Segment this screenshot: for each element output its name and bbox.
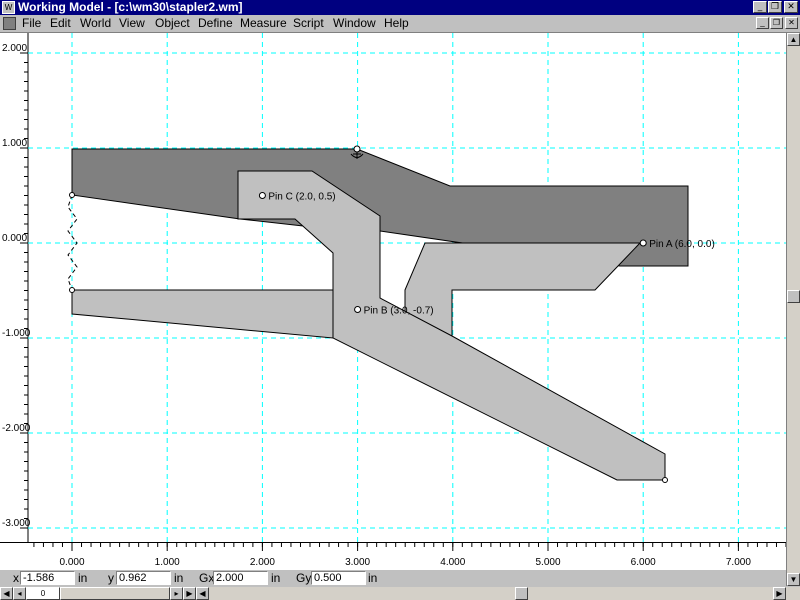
x-tick-label: 3.000 [345,557,370,568]
right-bracket-body[interactable] [404,242,642,337]
x-tick-label: 4.000 [440,557,465,568]
vertical-scrollbar[interactable]: ▲ ▼ [786,33,800,586]
tape-slider[interactable] [60,587,170,600]
x-tick-label: 6.000 [631,557,656,568]
y-tick-label: 0.000 [2,233,27,244]
y-tick-label: 1.000 [2,138,27,149]
x-tick-label: 5.000 [535,557,560,568]
step-back-button[interactable]: ◂ [13,587,26,600]
handle-endpoint[interactable] [662,477,668,483]
workspace-canvas[interactable]: 2.000 1.000 0.000 -1.000 -2.000 -3.000 Pin C … [0,33,786,542]
menu-object[interactable]: Object [155,16,190,31]
frame-counter[interactable]: 0 [26,587,60,600]
gx-unit: in [271,571,281,585]
menu-bar: File Edit World View Object Define Measu… [0,15,800,33]
x-tick-label: 7.000 [726,557,751,568]
pin-c[interactable]: Pin C (2.0, 0.5) [258,192,336,203]
x-tick-label: 2.000 [250,557,275,568]
coordinates-bar: x -1.586 in y 0.962 in Gx 2.000 in Gy 0.… [0,570,786,587]
y-tick-label: 2.000 [2,43,27,54]
menu-view[interactable]: View [119,16,145,31]
vertical-scroll-thumb[interactable] [787,290,800,303]
doc-close-button[interactable]: ✕ [785,17,798,29]
pin-label: Pin A (6.0, 0.0) [649,239,715,250]
menu-edit[interactable]: Edit [50,16,71,31]
menu-help[interactable]: Help [384,16,409,31]
restore-button[interactable]: ❐ [768,1,782,13]
fast-forward-button[interactable]: ▶ [183,587,196,600]
minimize-button[interactable]: _ [753,1,767,13]
document-icon[interactable] [3,17,16,30]
rewind-start-button[interactable]: ◀ [0,587,13,600]
pin-a[interactable]: Pin A (6.0, 0.0) [639,239,715,250]
tape-player-bar: ◀ ◂ 0 ▸ ▶ ◀ ▶ [0,587,800,600]
window-title: Working Model - [c:\wm30\stapler2.wm] [18,0,243,14]
pin-marker [258,192,266,199]
y-tick-label: -2.000 [2,423,31,434]
vertical-ruler: 2.000 1.000 0.000 -1.000 -2.000 -3.000 [2,43,31,529]
gy-unit: in [368,571,378,585]
x-tick-label: 0.000 [59,557,84,568]
hscroll-left-button[interactable]: ◀ [196,587,209,600]
x-tick-label: 1.000 [155,557,180,568]
pin-b[interactable]: Pin B (3.0, -0.7) [354,306,434,317]
x-field[interactable]: -1.586 [20,571,75,585]
menu-script[interactable]: Script [293,16,324,31]
pin-label: Pin C (2.0, 0.5) [268,192,335,203]
doc-restore-button[interactable]: ❐ [770,17,783,29]
pin-marker [639,239,647,247]
menu-window[interactable]: Window [333,16,376,31]
spring-top-endpoint[interactable] [69,192,75,198]
gy-field[interactable]: 0.500 [311,571,366,585]
x-unit: in [78,571,88,585]
menu-file[interactable]: File [22,16,41,31]
scroll-down-button[interactable]: ▼ [787,573,800,586]
menu-measure[interactable]: Measure [240,16,287,31]
horizontal-ruler: 0.000 1.000 2.000 3.000 4.000 5.000 6.000 7.000 [0,542,787,570]
pin-label: Pin B (3.0, -0.7) [364,306,434,317]
gy-label: Gy [296,571,312,585]
scroll-up-button[interactable]: ▲ [787,33,800,46]
spring-bottom-endpoint[interactable] [69,287,75,293]
step-forward-button[interactable]: ▸ [170,587,183,600]
menu-world[interactable]: World [80,16,111,31]
doc-minimize-button[interactable]: _ [756,17,769,29]
title-bar: W Working Model - [c:\wm30\stapler2.wm] … [0,0,800,15]
lower-base-body[interactable] [71,289,334,339]
hscroll-thumb[interactable] [515,587,528,600]
menu-define[interactable]: Define [198,16,233,31]
close-button[interactable]: ✕ [784,1,798,13]
pin-marker [354,306,362,313]
y-tick-label: -1.000 [2,328,31,339]
hscroll-right-button[interactable]: ▶ [773,587,786,600]
y-field[interactable]: 0.962 [116,571,171,585]
gx-field[interactable]: 2.000 [213,571,268,585]
x-label: x [13,571,19,585]
y-unit: in [174,571,184,585]
y-tick-label: -3.000 [2,518,31,529]
app-icon[interactable]: W [2,1,15,14]
y-label: y [108,571,114,585]
